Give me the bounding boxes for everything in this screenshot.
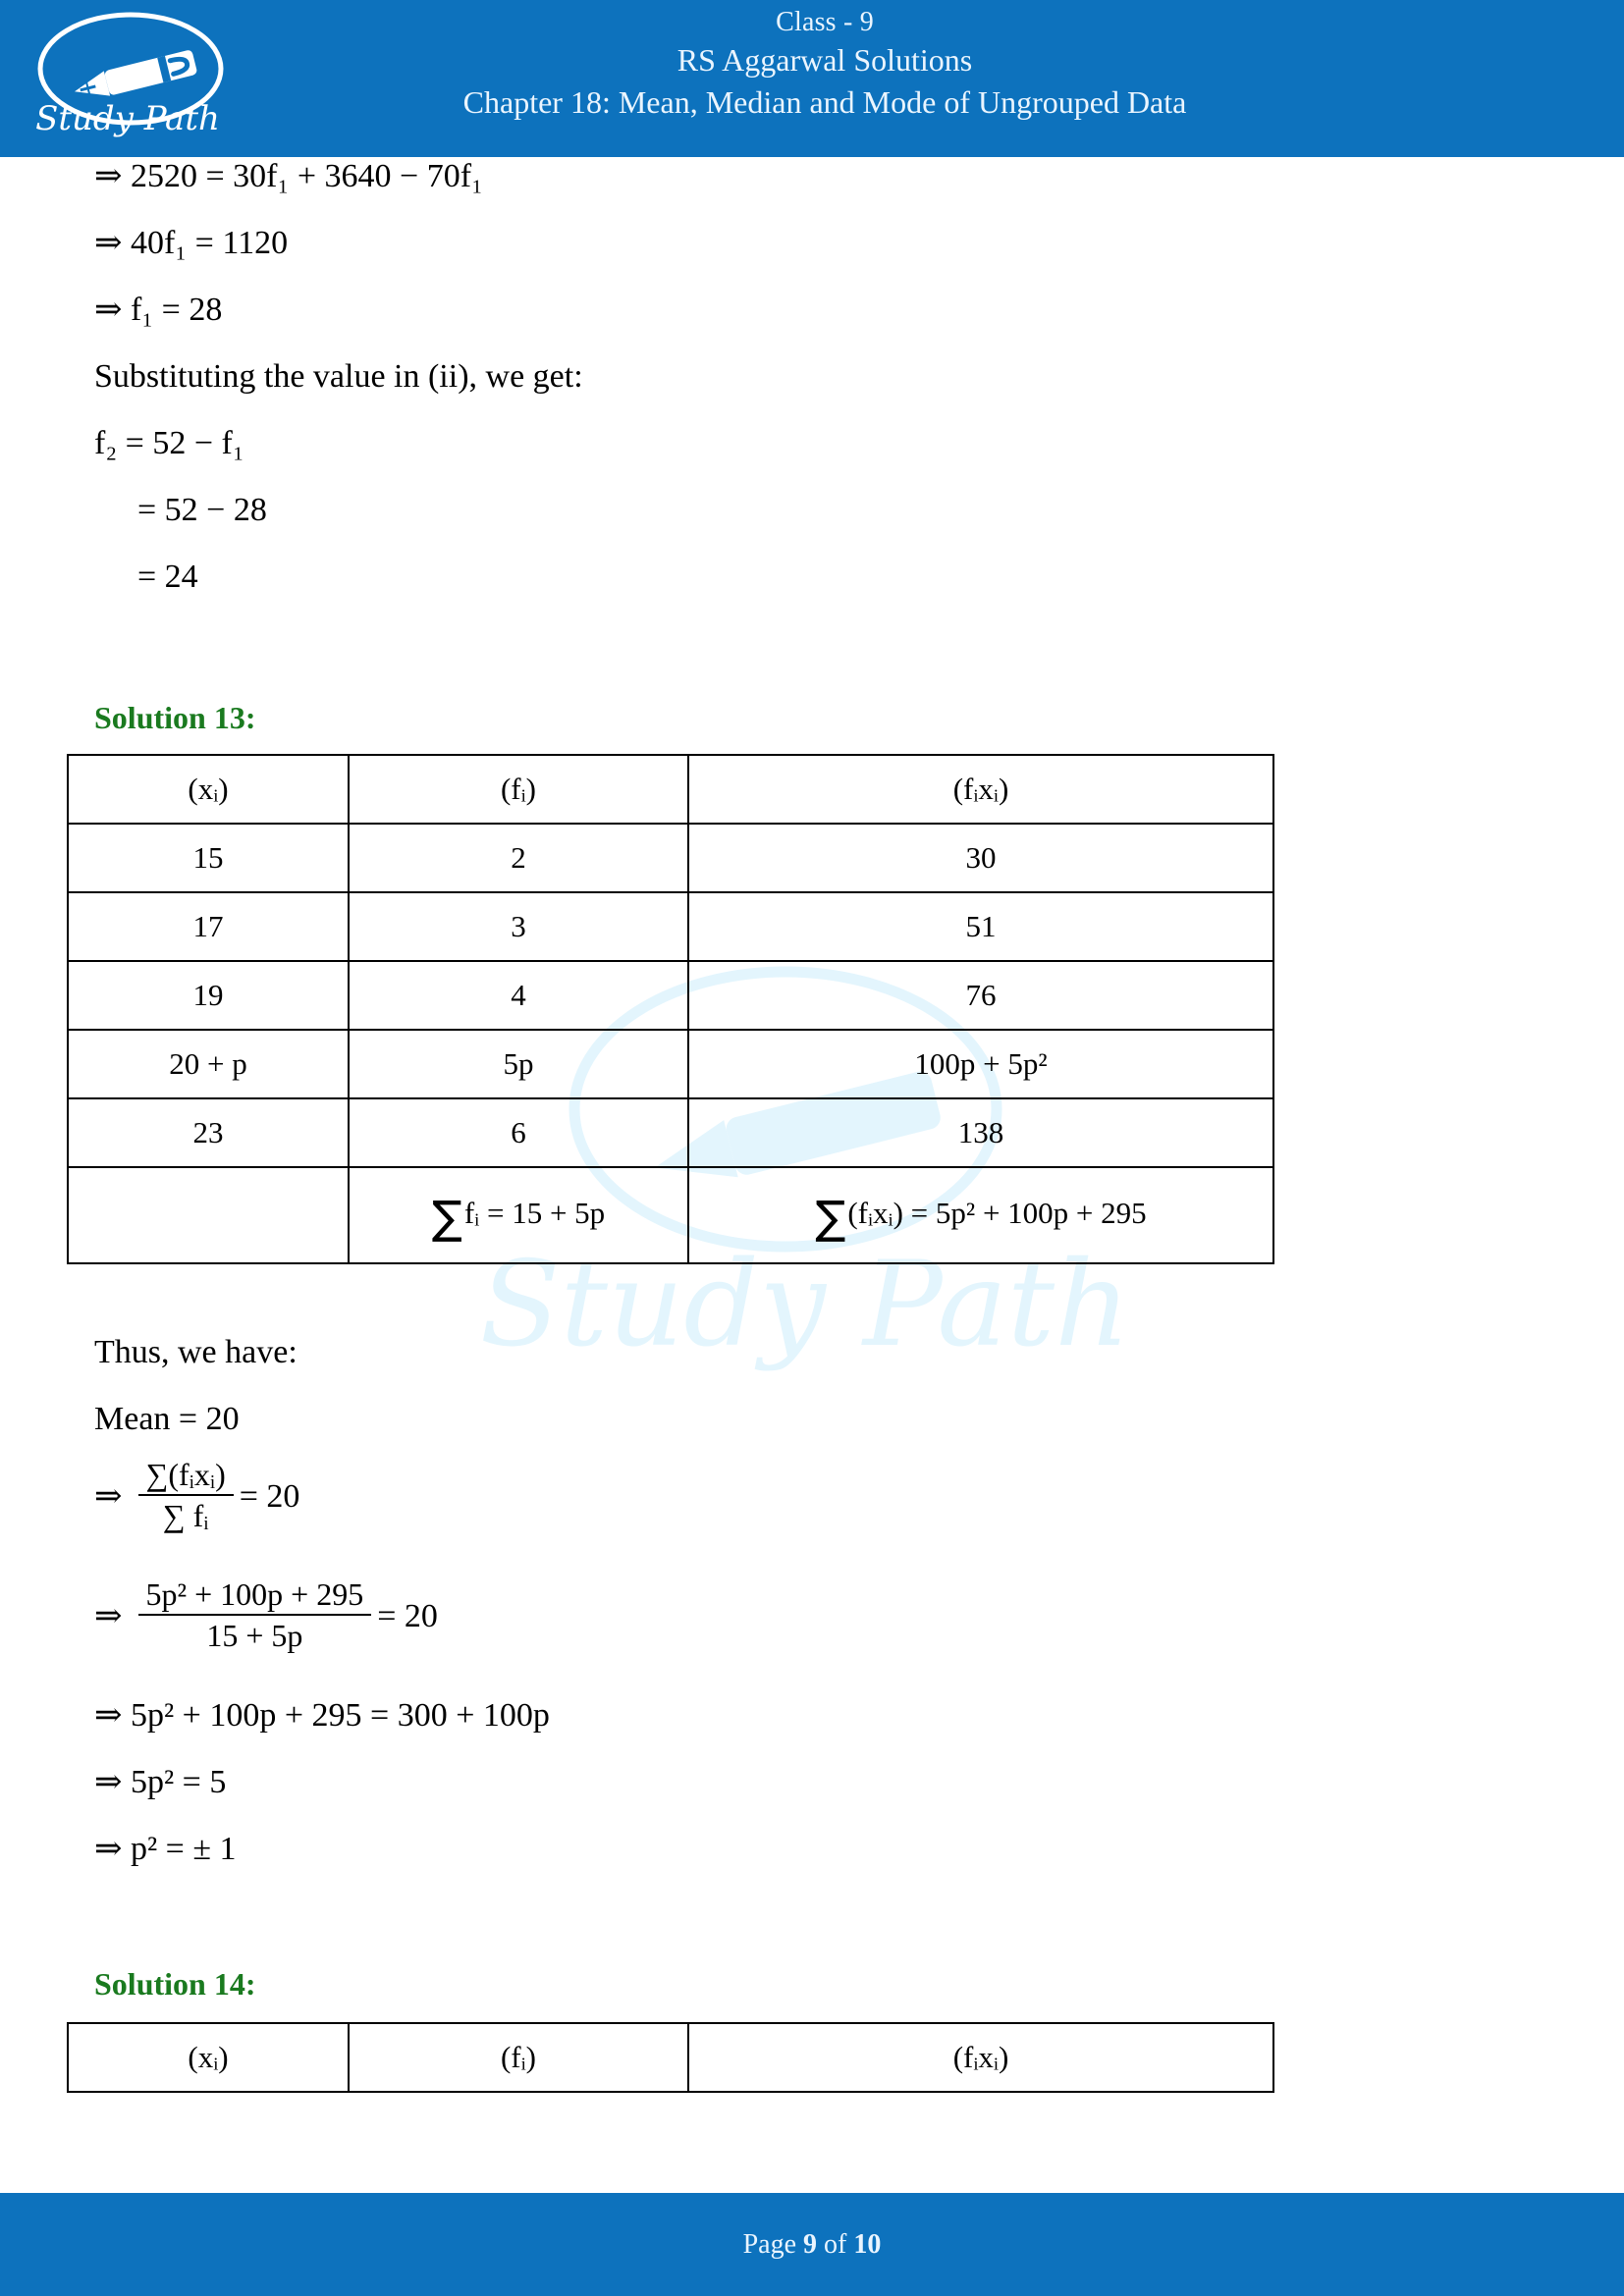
cell-sum-fixi: ∑(fᵢxᵢ) = 5p² + 100p + 295 bbox=[687, 1166, 1274, 1264]
fraction-denominator: 15 + 5p bbox=[137, 1614, 372, 1653]
equation-line: ⇒ f₁ = 28 bbox=[94, 292, 223, 328]
fraction-numerator: ∑(fᵢxᵢ) bbox=[145, 1457, 226, 1492]
table-header-fixi: (fᵢxᵢ) bbox=[687, 754, 1274, 825]
cell-fi: 5p bbox=[348, 1029, 689, 1099]
cell-fi: 2 bbox=[348, 823, 689, 893]
equation-line: = 52 − 28 bbox=[137, 492, 267, 528]
sum-fixi-body: (fᵢxᵢ) = 5p² + 100p + 295 bbox=[847, 1195, 1147, 1230]
study-path-logo: Study Path bbox=[18, 8, 253, 151]
header-chapter-line: Chapter 18: Mean, Median and Mode of Ung… bbox=[462, 84, 1187, 120]
page-of-label: of bbox=[824, 2228, 847, 2260]
solution-13-heading: Solution 13: bbox=[94, 700, 256, 735]
equation-rhs: = 20 bbox=[377, 1598, 438, 1634]
mean-value-line: Mean = 20 bbox=[94, 1401, 240, 1437]
table-row: 15 2 30 bbox=[67, 823, 1274, 893]
page-total: 10 bbox=[853, 2228, 882, 2260]
cell-xi: 20 + p bbox=[67, 1029, 350, 1099]
cell-fi: 6 bbox=[348, 1097, 689, 1168]
page-footer: Page 9 of 10 bbox=[0, 2193, 1624, 2296]
thus-we-have-text: Thus, we have: bbox=[94, 1334, 298, 1370]
header-title-block: Class - 9 RS Aggarwal Solutions Chapter … bbox=[255, 6, 1394, 124]
table-header-fi: (fᵢ) bbox=[348, 754, 689, 825]
table-header-fixi: (fᵢxᵢ) bbox=[687, 2022, 1274, 2093]
equation-line: f₂ = 52 − f₁ bbox=[94, 425, 244, 461]
substituting-text: Substituting the value in (ii), we get: bbox=[94, 358, 583, 395]
solution-14-table: (xᵢ) (fᵢ) (fᵢxᵢ) bbox=[67, 2022, 1274, 2093]
solution-13-table: (xᵢ) (fᵢ) (fᵢxᵢ) 15 2 30 17 3 51 19 4 76… bbox=[67, 754, 1274, 1264]
substituted-formula-equation: ⇒ 5p² + 100p + 295 15 + 5p = 20 bbox=[94, 1576, 438, 1655]
table-row: 17 3 51 bbox=[67, 891, 1274, 962]
table-row: 23 6 138 bbox=[67, 1097, 1274, 1168]
cell-fixi: 51 bbox=[687, 891, 1274, 962]
cell-fixi: 100p + 5p² bbox=[687, 1029, 1274, 1099]
sigma-icon: ∑ bbox=[431, 1190, 462, 1244]
cell-fixi: 30 bbox=[687, 823, 1274, 893]
header-book-line: RS Aggarwal Solutions bbox=[677, 42, 973, 78]
document-page: Study Path Class - 9 RS Aggarwal Solutio… bbox=[0, 0, 1624, 2296]
svg-text:Study Path: Study Path bbox=[35, 99, 220, 138]
implies-arrow-icon: ⇒ bbox=[94, 1598, 123, 1634]
equation-line: = 24 bbox=[137, 559, 198, 595]
equation-line: ⇒ 40f₁ = 1120 bbox=[94, 225, 289, 261]
equation-line: ⇒ p² = ± 1 bbox=[94, 1831, 237, 1867]
fraction-numerator: 5p² + 100p + 295 bbox=[145, 1576, 364, 1612]
cell-empty bbox=[67, 1166, 350, 1264]
page-current: 9 bbox=[803, 2228, 818, 2260]
cell-xi: 23 bbox=[67, 1097, 350, 1168]
table-row: 19 4 76 bbox=[67, 960, 1274, 1031]
cell-xi: 19 bbox=[67, 960, 350, 1031]
cell-fixi: 138 bbox=[687, 1097, 1274, 1168]
fraction-polynomial-ratio: 5p² + 100p + 295 15 + 5p bbox=[137, 1576, 372, 1653]
sigma-icon: ∑ bbox=[815, 1190, 846, 1244]
equation-line: ⇒ 2520 = 30f₁ + 3640 − 70f₁ bbox=[94, 158, 483, 194]
cell-fi: 4 bbox=[348, 960, 689, 1031]
cell-sum-fi: ∑fᵢ = 15 + 5p bbox=[348, 1166, 689, 1264]
page-header: Study Path Class - 9 RS Aggarwal Solutio… bbox=[0, 0, 1624, 157]
cell-xi: 15 bbox=[67, 823, 350, 893]
table-header-xi: (xᵢ) bbox=[67, 754, 350, 825]
sum-fi-body: fᵢ = 15 + 5p bbox=[463, 1195, 606, 1230]
cell-xi: 17 bbox=[67, 891, 350, 962]
table-header-fi: (fᵢ) bbox=[348, 2022, 689, 2093]
table-sum-row: ∑fᵢ = 15 + 5p ∑(fᵢxᵢ) = 5p² + 100p + 295 bbox=[67, 1166, 1274, 1264]
table-header-xi: (xᵢ) bbox=[67, 2022, 350, 2093]
header-class-line: Class - 9 bbox=[776, 7, 874, 37]
equation-rhs: = 20 bbox=[239, 1478, 300, 1515]
table-row: 20 + p 5p 100p + 5p² bbox=[67, 1029, 1274, 1099]
cell-fixi: 76 bbox=[687, 960, 1274, 1031]
mean-formula-equation: ⇒ ∑(fᵢxᵢ) ∑ fᵢ = 20 bbox=[94, 1457, 300, 1535]
table-header-row: (xᵢ) (fᵢ) (fᵢxᵢ) bbox=[67, 2022, 1274, 2093]
solution-14-heading: Solution 14: bbox=[94, 1966, 256, 2002]
page-number-text: Page 9 of 10 bbox=[743, 2229, 882, 2261]
implies-arrow-icon: ⇒ bbox=[94, 1478, 123, 1515]
equation-line: ⇒ 5p² = 5 bbox=[94, 1764, 227, 1800]
page-label: Page bbox=[742, 2228, 797, 2260]
equation-line: ⇒ 5p² + 100p + 295 = 300 + 100p bbox=[94, 1697, 550, 1734]
cell-fi: 3 bbox=[348, 891, 689, 962]
table-header-row: (xᵢ) (fᵢ) (fᵢxᵢ) bbox=[67, 754, 1274, 825]
fraction-sigma-ratio: ∑(fᵢxᵢ) ∑ fᵢ bbox=[137, 1457, 234, 1533]
fraction-denominator: ∑ fᵢ bbox=[137, 1494, 234, 1533]
